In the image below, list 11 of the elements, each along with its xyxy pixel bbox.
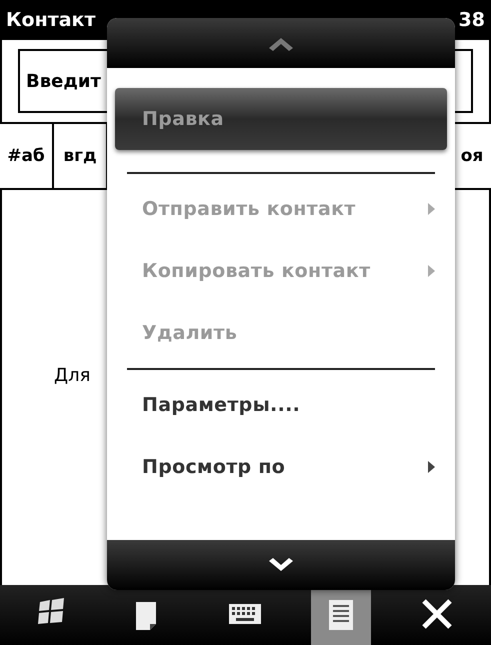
menu-item[interactable]: Параметры.... (115, 374, 447, 436)
window-title: Контакт (6, 9, 96, 31)
note-icon (136, 602, 156, 630)
windows-logo-icon (38, 598, 64, 624)
menu-item[interactable]: Просмотр по (115, 436, 447, 498)
close-icon (422, 598, 453, 630)
empty-list-message: Для (54, 365, 90, 386)
chevron-down-icon (267, 557, 295, 573)
keyboard-icon (229, 604, 262, 624)
menu-icon (329, 600, 354, 630)
clock-time: 38 (458, 9, 485, 31)
